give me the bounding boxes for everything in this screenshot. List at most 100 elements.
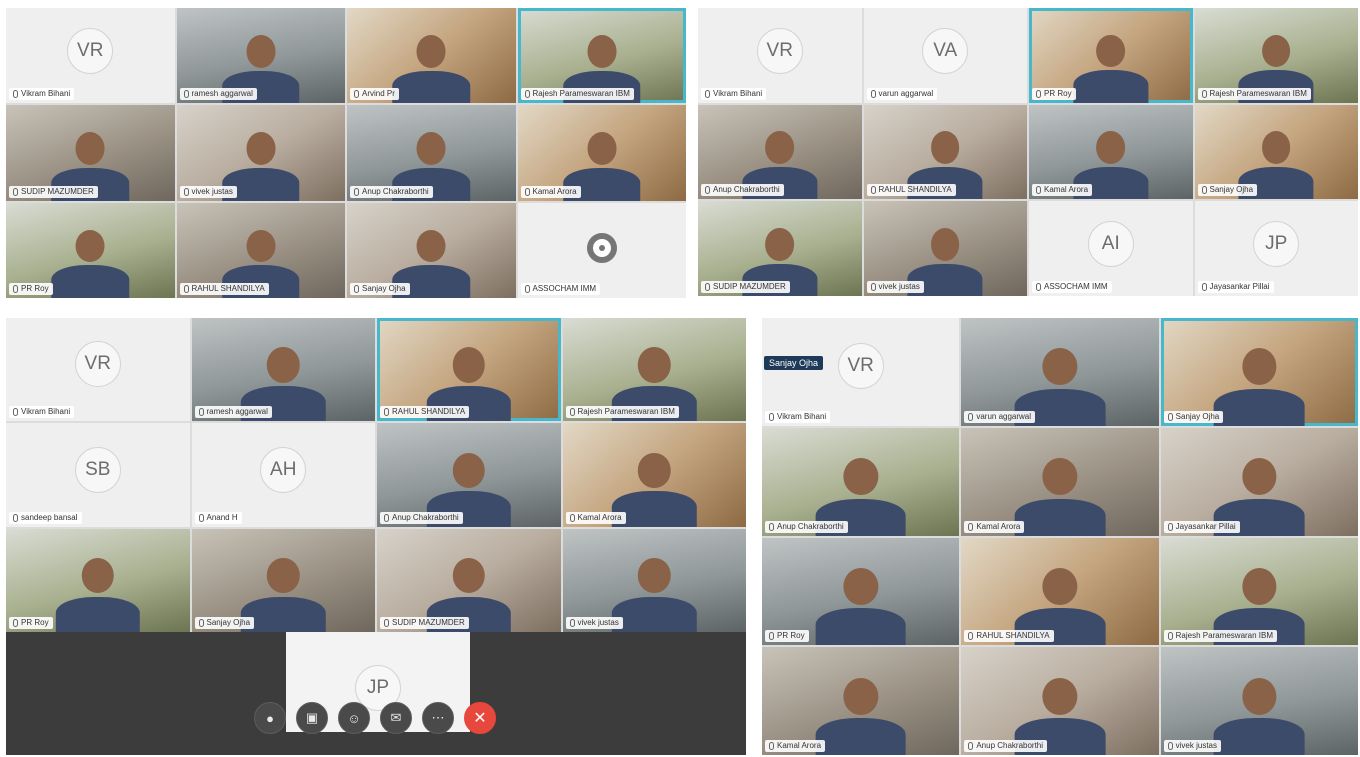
- participant-nameplate: RAHUL SHANDILYA: [179, 283, 269, 295]
- participant-nameplate: Vikram Bihani: [9, 406, 75, 419]
- microphone-icon: [769, 522, 774, 531]
- participant-tile[interactable]: PR Roy: [6, 202, 175, 298]
- participant-tile[interactable]: SUDIP MAZUMDER: [698, 201, 862, 296]
- participant-tile[interactable]: Kamal Arora: [1029, 104, 1193, 200]
- participant-nameplate: SUDIP MAZUMDER: [701, 280, 790, 293]
- participant-tile[interactable]: SB sandeep bansal: [6, 423, 190, 527]
- participant-tile[interactable]: Arvind Pr: [347, 8, 516, 104]
- participant-tile[interactable]: Anup Chakraborthi: [961, 647, 1159, 755]
- participant-video: [1014, 451, 1106, 536]
- participant-tile[interactable]: Kamal Arora: [961, 427, 1159, 536]
- participant-nameplate: RAHUL SHANDILYA: [964, 630, 1054, 643]
- participant-tile[interactable]: RAHUL SHANDILYA: [863, 104, 1027, 200]
- participant-name: ASSOCHAM IMM: [532, 284, 597, 293]
- participant-tile[interactable]: VR Vikram Bihani: [6, 8, 175, 104]
- participant-nameplate: Sanjay Ojha: [194, 617, 255, 629]
- video-head-shape: [843, 458, 878, 496]
- participant-tile[interactable]: Anup Chakraborthi: [762, 427, 960, 536]
- participant-tile[interactable]: vivek justas: [176, 105, 345, 201]
- participant-nameplate: Rajesh Parameswaran IBM: [1197, 87, 1311, 100]
- participant-tile[interactable]: SUDIP MAZUMDER: [377, 528, 561, 632]
- participant-tile[interactable]: JP Jayasankar Pillai: [1194, 201, 1358, 296]
- participant-tile[interactable]: PR Roy: [6, 528, 190, 632]
- participant-tile[interactable]: vivek justas: [562, 528, 746, 632]
- participant-tile[interactable]: RAHUL SHANDILYA: [176, 202, 345, 298]
- participant-tile[interactable]: VR Vikram Bihani: [762, 318, 960, 426]
- participant-tile[interactable]: vivek justas: [1160, 647, 1358, 755]
- participant-tile[interactable]: VR Vikram Bihani: [6, 318, 190, 422]
- participant-tile[interactable]: AI ASSOCHAM IMM: [1029, 201, 1193, 296]
- participant-tile[interactable]: PR Roy: [762, 537, 960, 646]
- participant-nameplate: PR Roy: [9, 617, 53, 629]
- microphone-icon: [968, 632, 974, 641]
- participant-video: [815, 561, 907, 646]
- participant-nameplate: PR Roy: [9, 283, 53, 295]
- participant-nameplate: Anup Chakraborthi: [964, 740, 1048, 752]
- participant-tile[interactable]: Kamal Arora: [562, 423, 746, 527]
- video-head-shape: [246, 132, 276, 165]
- participant-tile[interactable]: Sanjay Ojha: [347, 202, 516, 298]
- participant-tile[interactable]: vivek justas: [863, 201, 1027, 296]
- more-icon[interactable]: ⋯: [422, 702, 454, 734]
- participant-tile[interactable]: RAHUL SHANDILYA: [377, 318, 561, 422]
- participant-tile[interactable]: Sanjay Ojha: [191, 528, 375, 632]
- participant-video: [51, 224, 129, 298]
- microphone-icon[interactable]: ●: [254, 702, 286, 734]
- chat-icon[interactable]: ✉: [380, 702, 412, 734]
- video-head-shape: [1096, 34, 1126, 68]
- participant-name: Anup Chakraborthi: [713, 185, 780, 195]
- microphone-icon: [13, 513, 18, 522]
- participant-video: [815, 671, 907, 755]
- video-head-shape: [1261, 34, 1291, 68]
- video-head-shape: [1242, 458, 1277, 496]
- participant-name: RAHUL SHANDILYA: [878, 185, 952, 195]
- participant-name: Anand H: [206, 512, 238, 522]
- participant-name: Anup Chakraborthi: [976, 741, 1044, 750]
- microphone-icon: [870, 89, 876, 98]
- participant-nameplate: ramesh aggarwal: [194, 406, 272, 419]
- microphone-icon: [569, 408, 575, 417]
- participant-name: SUDIP MAZUMDER: [713, 281, 786, 291]
- participant-tile[interactable]: Jayasankar Pillai: [1160, 427, 1358, 536]
- participant-tile[interactable]: ASSOCHAM IMM: [517, 202, 686, 298]
- end-call-icon[interactable]: ✕: [464, 702, 496, 734]
- participant-name: RAHUL SHANDILYA: [191, 284, 265, 293]
- participant-tile[interactable]: AH Anand H: [191, 423, 375, 527]
- participant-nameplate: SUDIP MAZUMDER: [380, 617, 469, 629]
- participant-tile[interactable]: Sanjay Ojha: [1194, 104, 1358, 200]
- participant-tile[interactable]: Rajesh Parameswaran IBM: [1160, 537, 1358, 646]
- participant-tile[interactable]: Kamal Arora: [517, 105, 686, 201]
- participant-tile[interactable]: Anup Chakraborthi: [377, 423, 561, 527]
- participant-tile[interactable]: ramesh aggarwal: [176, 8, 345, 104]
- screenshot-bottom-right: VR Vikram Bihani varun aggarwal Sanjay Ojha…: [762, 318, 1358, 755]
- participant-name: ramesh aggarwal: [191, 89, 253, 99]
- participant-tile[interactable]: Rajesh Parameswaran IBM: [517, 8, 686, 104]
- participant-tile[interactable]: ramesh aggarwal: [191, 318, 375, 422]
- video-head-shape: [1242, 677, 1277, 715]
- participant-tile[interactable]: SUDIP MAZUMDER: [6, 105, 175, 201]
- participant-tile[interactable]: Anup Chakraborthi: [347, 105, 516, 201]
- participant-nameplate: sandeep bansal: [9, 511, 82, 524]
- screenshot-top-right: VR Vikram Bihani VA varun aggarwal PR Roy Raj…: [698, 8, 1358, 296]
- spotlight-label: Sanjay Ojha: [764, 356, 824, 370]
- participant-tile[interactable]: RAHUL SHANDILYA: [961, 537, 1159, 646]
- participant-video: [1213, 342, 1305, 426]
- microphone-icon: [968, 412, 974, 421]
- camera-icon[interactable]: ▣: [296, 702, 328, 734]
- participant-name: vivek justas: [1175, 741, 1218, 750]
- participant-tile[interactable]: Kamal Arora: [762, 647, 960, 755]
- microphone-icon: [1201, 186, 1207, 195]
- microphone-icon: [968, 742, 974, 750]
- participant-tile[interactable]: Rajesh Parameswaran IBM: [562, 318, 746, 422]
- participant-name: Jayasankar Pillai: [1175, 521, 1236, 531]
- participant-tile[interactable]: Sanjay Ojha: [1160, 318, 1358, 426]
- participants-icon[interactable]: ☺: [338, 702, 370, 734]
- participant-tile[interactable]: Rajesh Parameswaran IBM: [1194, 8, 1358, 103]
- participant-tile[interactable]: VR Vikram Bihani: [698, 8, 862, 103]
- video-head-shape: [452, 452, 485, 488]
- participant-nameplate: ASSOCHAM IMM: [1032, 280, 1112, 293]
- participant-tile[interactable]: PR Roy: [1029, 8, 1193, 103]
- participant-tile[interactable]: Anup Chakraborthi: [698, 104, 862, 200]
- participant-tile[interactable]: varun aggarwal: [961, 318, 1159, 426]
- participant-tile[interactable]: VA varun aggarwal: [863, 8, 1027, 103]
